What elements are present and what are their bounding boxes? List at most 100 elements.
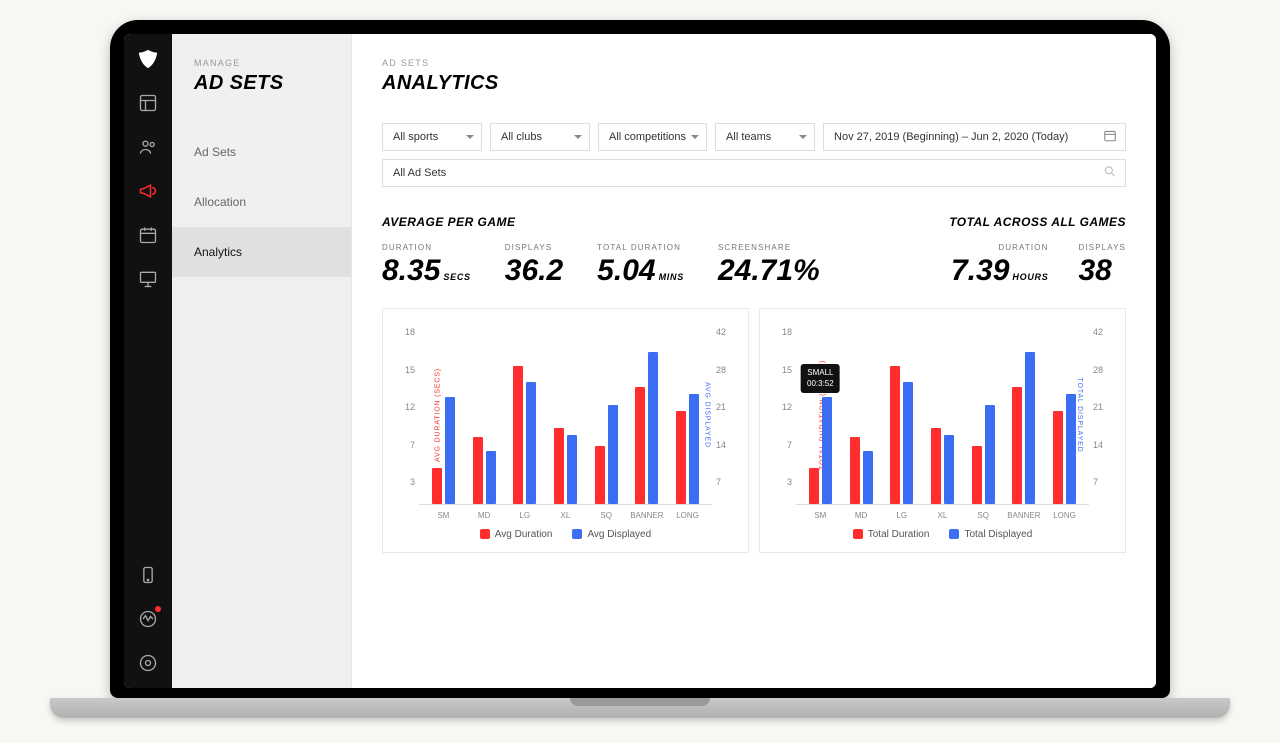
bar-series-0[interactable] (595, 446, 605, 504)
nav-dashboard-icon[interactable] (137, 92, 159, 114)
subnav-eyebrow: MANAGE (172, 58, 351, 68)
legend-item[interactable]: Avg Displayed (572, 529, 651, 540)
legend-item[interactable]: Total Duration (853, 529, 930, 540)
subnav-item-adsets[interactable]: Ad Sets (172, 127, 351, 177)
bar-group[interactable]: XL (928, 428, 956, 504)
nav-rail (124, 34, 172, 688)
bar-series-1[interactable] (1066, 394, 1076, 504)
bar-series-1[interactable] (985, 405, 995, 504)
stat-label: DISPLAYS (1079, 243, 1127, 252)
bar-group[interactable]: LG (888, 366, 916, 504)
bar-series-0[interactable] (554, 428, 564, 504)
filter-competition-label: All competitions (609, 131, 686, 143)
legend-item[interactable]: Total Displayed (949, 529, 1032, 540)
nav-device-icon[interactable] (137, 564, 159, 586)
subnav: MANAGE AD SETS Ad Sets Allocation Analyt… (172, 34, 352, 688)
bar-group[interactable]: LONG (674, 394, 702, 504)
app-screen: MANAGE AD SETS Ad Sets Allocation Analyt… (124, 34, 1156, 688)
subnav-item-analytics[interactable]: Analytics (172, 227, 351, 277)
bar-series-1[interactable] (567, 435, 577, 504)
bar-series-0[interactable] (890, 366, 900, 504)
bar-series-1[interactable] (608, 405, 618, 504)
legend-swatch-icon (480, 529, 490, 539)
bar-group[interactable]: XL (551, 428, 579, 504)
stat-unit: SECS (443, 272, 470, 282)
bar-group[interactable]: LONG (1051, 394, 1079, 504)
page-eyebrow: AD SETS (382, 58, 1126, 68)
nav-settings-icon[interactable] (137, 652, 159, 674)
filter-daterange[interactable]: Nov 27, 2019 (Beginning) – Jun 2, 2020 (… (823, 123, 1126, 151)
filter-team-label: All teams (726, 131, 771, 143)
notification-dot (155, 606, 161, 612)
legend-item[interactable]: Avg Duration (480, 529, 553, 540)
filter-adsets[interactable]: All Ad Sets (382, 159, 1126, 187)
bar-series-0[interactable] (635, 387, 645, 504)
filter-row: All sports All clubs All competitions Al… (382, 123, 1126, 151)
bar-series-1[interactable] (1025, 352, 1035, 504)
bar-series-0[interactable] (473, 437, 483, 504)
subnav-item-allocation[interactable]: Allocation (172, 177, 351, 227)
bar-series-0[interactable] (432, 468, 442, 504)
bar-group[interactable]: SQ (969, 405, 997, 504)
bar-group[interactable]: SQ (592, 405, 620, 504)
calendar-icon (1103, 129, 1117, 146)
bar-group[interactable]: SMALL00:3:52SM (806, 397, 834, 504)
nav-people-icon[interactable] (137, 136, 159, 158)
chevron-down-icon (466, 135, 474, 143)
x-category: SM (814, 511, 826, 520)
bar-group[interactable]: MD (847, 437, 875, 504)
logo-eagle-icon[interactable] (137, 48, 159, 70)
nav-activity-icon[interactable] (137, 608, 159, 630)
filter-sport[interactable]: All sports (382, 123, 482, 151)
chart-plot: SMMDLGXLSQ BANNER LONG (419, 325, 712, 505)
x-category: SQ (977, 511, 989, 520)
stat-label: DURATION (951, 243, 1049, 252)
bar-series-1[interactable] (648, 352, 658, 504)
bar-series-1[interactable] (944, 435, 954, 504)
x-category: LG (519, 511, 530, 520)
bar-group[interactable]: BANNER (1010, 352, 1038, 504)
legend-swatch-icon (853, 529, 863, 539)
bar-series-0[interactable] (1012, 387, 1022, 504)
subnav-title: AD SETS (172, 68, 351, 127)
bar-series-1[interactable] (863, 451, 873, 504)
stat-total-duration: DURATION 7.39HOURS (951, 243, 1049, 288)
bar-series-0[interactable] (809, 468, 819, 504)
bar-series-0[interactable] (676, 411, 686, 504)
nav-calendar-icon[interactable] (137, 224, 159, 246)
chart-plot: SMALL00:3:52SM MDLGXLSQ BANNER LONG (796, 325, 1089, 505)
stats-row: AVERAGE PER GAME DURATION 8.35SECS DISPL… (382, 215, 1126, 288)
bar-group[interactable]: SM (429, 397, 457, 504)
bar-series-1[interactable] (486, 451, 496, 504)
stat-value: 38 (1079, 254, 1112, 288)
chevron-down-icon (574, 135, 582, 143)
bar-series-0[interactable] (513, 366, 523, 504)
bar-series-0[interactable] (1053, 411, 1063, 504)
x-category: BANNER (630, 511, 663, 520)
bar-series-0[interactable] (931, 428, 941, 504)
bar-series-1[interactable] (445, 397, 455, 504)
chevron-down-icon (799, 135, 807, 143)
nav-ads-icon[interactable] (137, 180, 159, 202)
bar-series-1[interactable] (526, 382, 536, 504)
nav-presentation-icon[interactable] (137, 268, 159, 290)
bar-group[interactable]: MD (470, 437, 498, 504)
filter-team[interactable]: All teams (715, 123, 815, 151)
bar-series-1[interactable] (903, 382, 913, 504)
stats-total-head: TOTAL ACROSS ALL GAMES (926, 215, 1126, 229)
stats-total-group: TOTAL ACROSS ALL GAMES DURATION 7.39HOUR… (926, 215, 1126, 288)
bar-series-1[interactable] (689, 394, 699, 504)
bar-series-1[interactable] (822, 397, 832, 504)
bar-series-0[interactable] (972, 446, 982, 504)
stat-value: 36.2 (505, 254, 563, 288)
x-category: XL (561, 511, 571, 520)
x-category: XL (938, 511, 948, 520)
bar-series-0[interactable] (850, 437, 860, 504)
bar-group[interactable]: BANNER (633, 352, 661, 504)
filter-competition[interactable]: All competitions (598, 123, 707, 151)
filter-club[interactable]: All clubs (490, 123, 590, 151)
y-axis-left: 18151273 (772, 325, 796, 505)
bar-group[interactable]: LG (511, 366, 539, 504)
x-category: BANNER (1007, 511, 1040, 520)
y-axis-right: 422821147 (712, 325, 736, 505)
